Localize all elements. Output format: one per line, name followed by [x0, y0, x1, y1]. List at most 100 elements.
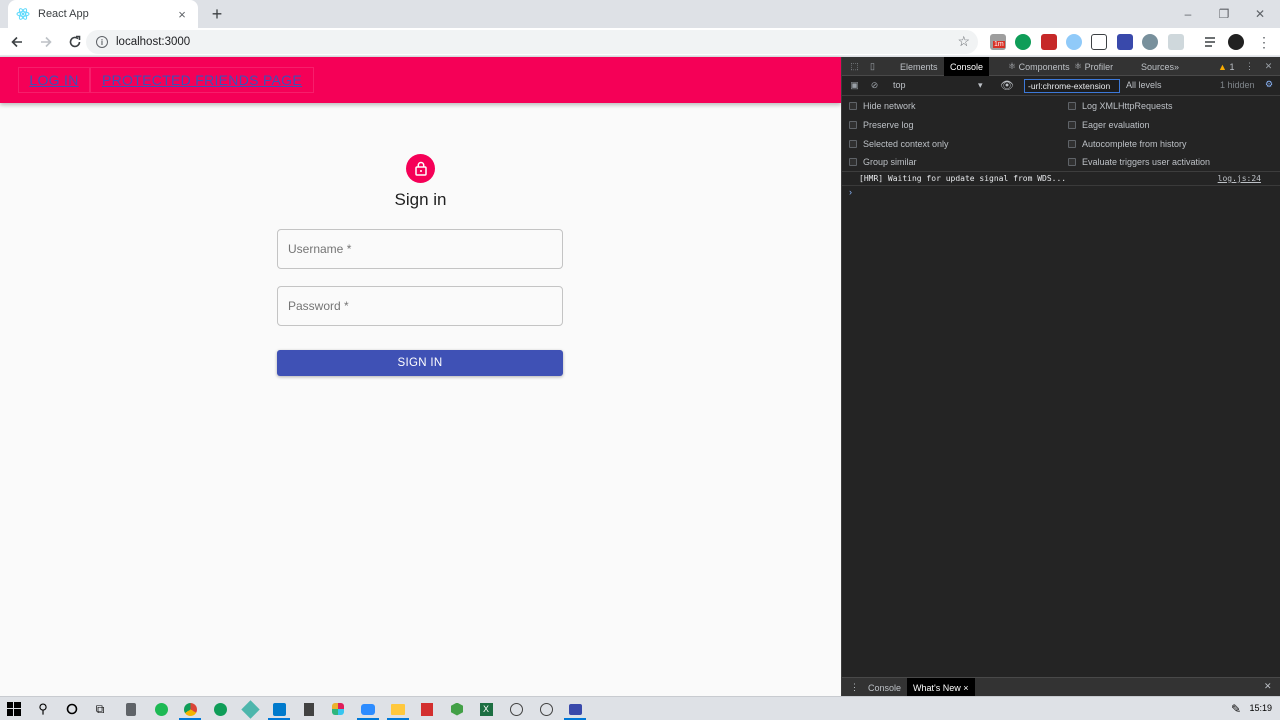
excel-icon[interactable]: X — [478, 701, 494, 717]
windows-start-icon[interactable] — [6, 701, 22, 717]
extension-light-icon[interactable] — [1168, 34, 1184, 50]
screenshot-extension-icon[interactable] — [1091, 34, 1107, 50]
taskbar: ⚲ ⧉ X ✎ 15:19 — [0, 696, 1280, 720]
lock-icon — [406, 154, 435, 183]
task-view-icon[interactable]: ⧉ — [92, 701, 108, 717]
devtools-panel: ⬚ ▯ Elements Console ⚛ Components ⚛ Prof… — [841, 57, 1280, 697]
context-dropdown-icon[interactable]: ▾ — [978, 80, 983, 91]
checkbox[interactable] — [1068, 140, 1076, 148]
setting-evaluate-triggers[interactable]: Evaluate triggers user activation — [1068, 157, 1210, 167]
vscode-icon[interactable] — [271, 701, 287, 717]
taskbar-clock[interactable]: 15:19 — [1249, 703, 1272, 713]
extension-badge: 1m — [993, 41, 1005, 48]
close-window-button[interactable]: ✕ — [1242, 0, 1278, 28]
back-arrow-icon[interactable] — [5, 30, 29, 54]
warning-count: 1 — [1229, 61, 1235, 72]
setting-autocomplete-history[interactable]: Autocomplete from history — [1068, 139, 1187, 149]
sign-in-button[interactable]: SIGN IN — [277, 350, 563, 376]
taskbar-app-icon[interactable] — [567, 701, 583, 717]
extension-cloud-icon[interactable] — [1066, 34, 1082, 50]
nodejs-icon[interactable] — [449, 701, 465, 717]
console-filter-bar: ▣ ⊘ top ▾ 👁 -url:chrome-extension All le… — [842, 76, 1280, 96]
react-logo-icon — [16, 7, 30, 21]
extension-red-icon[interactable] — [1041, 34, 1057, 50]
tab-elements[interactable]: Elements — [894, 57, 944, 76]
address-bar[interactable]: i localhost:3000 ☆ — [86, 30, 978, 54]
drawer-tab-console[interactable]: Console — [862, 678, 907, 697]
browser-menu-icon[interactable]: ⋮ — [1256, 34, 1272, 50]
setting-log-xhr[interactable]: Log XMLHttpRequests — [1068, 101, 1173, 111]
drawer-menu-icon[interactable]: ⋮ — [850, 682, 859, 693]
tab-console[interactable]: Console — [944, 57, 990, 76]
checkbox[interactable] — [849, 158, 857, 166]
nav-link-login[interactable]: LOG IN — [18, 67, 90, 93]
tab-profiler[interactable]: ⚛ Profiler — [1068, 57, 1119, 76]
clear-console-icon[interactable]: ⊘ — [869, 80, 880, 91]
drawer-tab-whats-new[interactable]: What's New × — [907, 678, 975, 697]
checkbox[interactable] — [849, 102, 857, 110]
taskbar-app-icon[interactable] — [538, 701, 554, 717]
nav-link-protected-friends[interactable]: PROTECTED FRIENDS PAGE — [90, 67, 314, 93]
setting-label: Eager evaluation — [1082, 120, 1150, 130]
password-field[interactable]: Password * — [277, 286, 563, 326]
minimize-button[interactable]: – — [1170, 0, 1206, 28]
profile-avatar[interactable] — [1228, 34, 1244, 50]
inspect-element-icon[interactable]: ⬚ — [849, 61, 860, 72]
zoom-icon[interactable] — [360, 701, 376, 717]
live-expression-eye-icon[interactable]: 👁 — [1000, 79, 1014, 92]
extension-gray-icon[interactable] — [1142, 34, 1158, 50]
devtools-menu-icon[interactable]: ⋮ — [1244, 61, 1255, 72]
setting-label: Selected context only — [863, 139, 949, 149]
devtools-close-icon[interactable]: ✕ — [1263, 61, 1274, 72]
pen-icon[interactable]: ✎ — [1228, 701, 1244, 717]
console-prompt[interactable]: › — [849, 187, 852, 197]
checkbox[interactable] — [849, 121, 857, 129]
chrome-icon[interactable] — [182, 701, 198, 717]
extension-screen-icon[interactable] — [1117, 34, 1133, 50]
more-tabs-icon[interactable]: » — [1168, 57, 1185, 76]
spotify-icon[interactable] — [153, 701, 169, 717]
file-explorer-icon[interactable] — [390, 701, 406, 717]
log-levels-dropdown[interactable]: All levels — [1126, 80, 1162, 90]
drawer-close-icon[interactable]: ✕ — [1264, 681, 1272, 692]
checkbox[interactable] — [1068, 158, 1076, 166]
checkbox[interactable] — [1068, 121, 1076, 129]
acrobat-icon[interactable] — [419, 701, 435, 717]
taskbar-app-icon[interactable] — [240, 699, 260, 719]
setting-preserve-log[interactable]: Preserve log — [849, 120, 914, 130]
browser-tab[interactable]: React App × — [8, 0, 198, 28]
reading-list-icon[interactable] — [1203, 34, 1219, 50]
console-message-source-link[interactable]: log.js:24 — [1218, 174, 1261, 183]
drawer-tab-close-icon[interactable]: × — [963, 683, 968, 693]
restore-button[interactable]: ❐ — [1206, 0, 1242, 28]
device-toolbar-icon[interactable]: ▯ — [867, 61, 878, 72]
tab-components[interactable]: ⚛ Components — [1002, 57, 1076, 76]
extension-timer-icon[interactable]: 1m — [990, 34, 1006, 50]
extension-green-icon[interactable] — [1015, 34, 1031, 50]
taskbar-app-icon[interactable] — [508, 701, 524, 717]
tab-close-icon[interactable]: × — [174, 7, 190, 22]
console-filter-input[interactable]: -url:chrome-extension — [1024, 79, 1120, 93]
checkbox[interactable] — [1068, 102, 1076, 110]
cortana-icon[interactable] — [64, 701, 80, 717]
sidebar-toggle-icon[interactable]: ▣ — [849, 80, 860, 91]
setting-group-similar[interactable]: Group similar — [849, 157, 917, 167]
reload-icon[interactable] — [63, 30, 87, 54]
new-tab-button[interactable]: + — [206, 3, 228, 25]
setting-hide-network[interactable]: Hide network — [849, 101, 916, 111]
console-settings-icon[interactable]: ⚙ — [1265, 79, 1273, 90]
search-icon[interactable]: ⚲ — [35, 701, 51, 717]
setting-eager-evaluation[interactable]: Eager evaluation — [1068, 120, 1150, 130]
info-icon[interactable]: i — [96, 36, 108, 48]
setting-selected-context[interactable]: Selected context only — [849, 139, 949, 149]
bookmark-star-icon[interactable]: ☆ — [957, 33, 970, 50]
taskbar-app-icon[interactable] — [123, 701, 139, 717]
checkbox[interactable] — [849, 140, 857, 148]
context-selector[interactable]: top — [893, 80, 906, 90]
calculator-icon[interactable] — [301, 701, 317, 717]
warning-counter[interactable]: ▲ 1 — [1212, 57, 1240, 76]
slack-icon[interactable] — [330, 701, 346, 717]
hangouts-icon[interactable] — [212, 701, 228, 717]
forward-arrow-icon[interactable] — [34, 30, 58, 54]
username-field[interactable]: Username * — [277, 229, 563, 269]
